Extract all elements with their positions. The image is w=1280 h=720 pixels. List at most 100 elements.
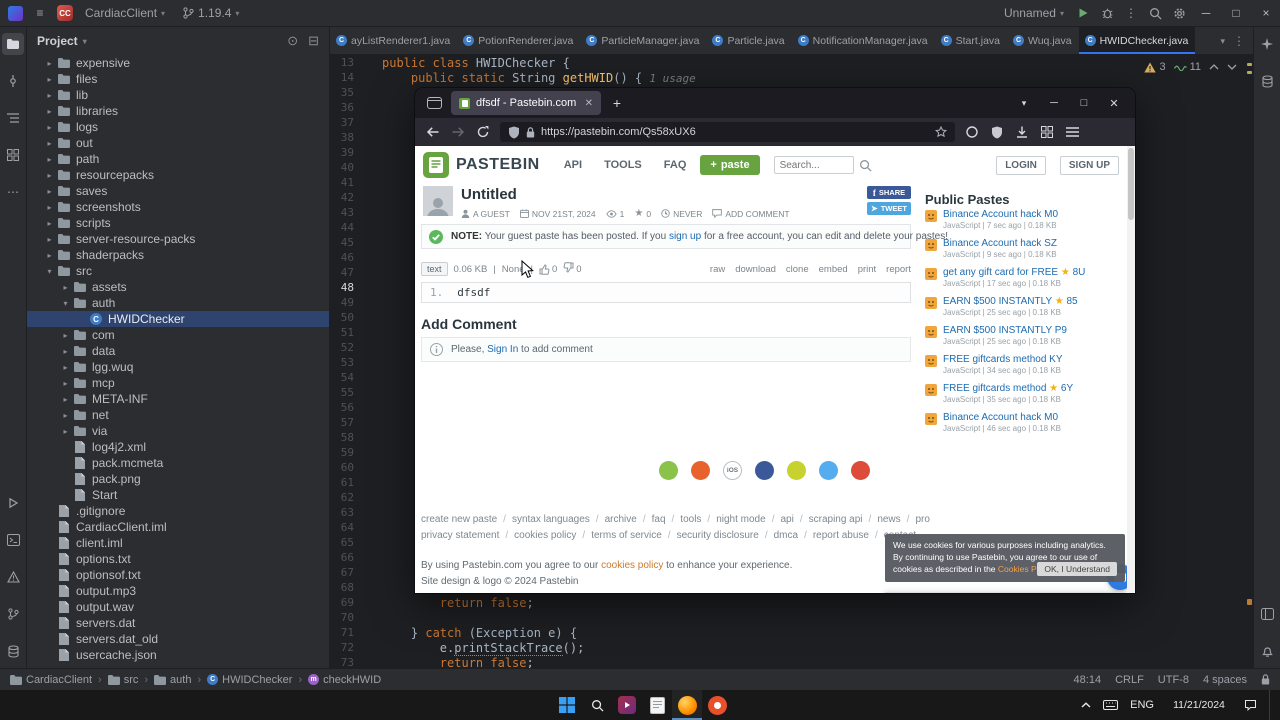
social-rss-icon[interactable] bbox=[787, 461, 806, 480]
project-tree-item[interactable]: ▾ src bbox=[27, 263, 329, 279]
structure-tool-button[interactable] bbox=[2, 107, 24, 129]
breadcrumb-item[interactable]: CardiacClient bbox=[10, 674, 92, 686]
browser-maximize-button[interactable]: □ bbox=[1069, 88, 1099, 118]
like-button[interactable]: 0 bbox=[539, 264, 557, 275]
more-tools-button[interactable]: ⋯ bbox=[2, 181, 24, 203]
inspections-widget[interactable]: 3 11 bbox=[1144, 61, 1237, 73]
new-tab-button[interactable]: + bbox=[605, 95, 629, 111]
social-ios-icon[interactable]: iOS bbox=[723, 461, 742, 480]
project-tree-item[interactable]: optionsof.txt bbox=[27, 567, 329, 583]
project-tree-item[interactable]: servers.dat_old bbox=[27, 631, 329, 647]
public-paste-link[interactable]: get any gift card for FREE ★ 8U bbox=[943, 267, 1085, 278]
project-tree-item[interactable]: log4j2.xml bbox=[27, 439, 329, 455]
url-text[interactable]: https://pastebin.com/Qs58xUX6 bbox=[541, 126, 696, 138]
taskbar-app-firefox-icon[interactable] bbox=[672, 690, 702, 720]
taskbar-search-icon[interactable] bbox=[582, 690, 612, 720]
project-tree-item[interactable]: servers.dat bbox=[27, 615, 329, 631]
terminal-tool-button[interactable] bbox=[2, 529, 24, 551]
cookies-policy-link[interactable]: cookies policy bbox=[601, 560, 663, 571]
tree-toggle-icon[interactable]: ▸ bbox=[43, 203, 56, 212]
weak-warnings-indicator[interactable]: 11 bbox=[1173, 61, 1201, 73]
project-tree-item[interactable]: ▸ out bbox=[27, 135, 329, 151]
tweet-button[interactable]: ➤ TWEET bbox=[867, 202, 911, 215]
show-desktop-button[interactable] bbox=[1269, 690, 1274, 720]
problems-tool-button[interactable] bbox=[2, 566, 24, 588]
project-tree-item[interactable]: pack.mcmeta bbox=[27, 455, 329, 471]
tree-toggle-icon[interactable]: ▸ bbox=[43, 171, 56, 180]
project-tree-item[interactable]: .gitignore bbox=[27, 503, 329, 519]
paste-meta-comment[interactable]: ADD COMMENT bbox=[712, 209, 790, 219]
tree-toggle-icon[interactable]: ▸ bbox=[43, 251, 56, 260]
line-ending-indicator[interactable]: CRLF bbox=[1115, 674, 1144, 686]
project-tree-item[interactable]: options.txt bbox=[27, 551, 329, 567]
footer-link[interactable]: create new paste bbox=[421, 514, 497, 525]
browser-menu-icon[interactable] bbox=[1064, 127, 1080, 137]
format-chip[interactable]: text bbox=[421, 262, 448, 276]
tree-toggle-icon[interactable]: ▸ bbox=[59, 379, 72, 388]
footer-link[interactable]: pro bbox=[915, 514, 929, 525]
run-config-selector[interactable]: Unnamed ▾ bbox=[998, 4, 1070, 22]
project-tree-item[interactable]: ▸ resourcepacks bbox=[27, 167, 329, 183]
editor-tab[interactable]: C HWIDChecker.java bbox=[1078, 27, 1196, 54]
readonly-lock-icon[interactable] bbox=[1261, 674, 1270, 685]
prev-issue-icon[interactable] bbox=[1209, 64, 1219, 70]
project-tree-item[interactable]: ▸ lib bbox=[27, 87, 329, 103]
footer-link[interactable]: terms of service bbox=[591, 530, 662, 541]
language-indicator[interactable]: ENG bbox=[1130, 699, 1154, 711]
project-tree-item[interactable]: ▸ files bbox=[27, 71, 329, 87]
tree-toggle-icon[interactable]: ▸ bbox=[43, 187, 56, 196]
breadcrumb-item[interactable]: m checkHWID bbox=[308, 674, 381, 686]
extension-icon-1[interactable] bbox=[964, 126, 980, 138]
project-tree-item[interactable]: ▸ shaderpacks bbox=[27, 247, 329, 263]
tracking-shield-icon[interactable] bbox=[508, 126, 520, 139]
tree-toggle-icon[interactable]: ▸ bbox=[43, 235, 56, 244]
footer-link[interactable]: syntax languages bbox=[512, 514, 590, 525]
public-paste-link[interactable]: Binance Account hack M0 bbox=[943, 209, 1058, 220]
paste-action-raw[interactable]: raw bbox=[710, 264, 725, 275]
start-button[interactable] bbox=[552, 690, 582, 720]
project-tree-item[interactable]: ▸ com bbox=[27, 327, 329, 343]
tree-toggle-icon[interactable]: ▸ bbox=[59, 395, 72, 404]
project-tree-item[interactable]: client.iml bbox=[27, 535, 329, 551]
nav-api[interactable]: API bbox=[564, 159, 582, 171]
footer-link[interactable]: security disclosure bbox=[677, 530, 759, 541]
tray-expand-icon[interactable] bbox=[1081, 702, 1091, 708]
tree-toggle-icon[interactable]: ▸ bbox=[59, 283, 72, 292]
tree-toggle-icon[interactable]: ▸ bbox=[43, 75, 56, 84]
notifications-icon[interactable] bbox=[1256, 640, 1278, 662]
hidden-tabs-icon[interactable]: ▾ bbox=[1220, 36, 1225, 47]
forward-icon[interactable] bbox=[450, 126, 466, 138]
paste-action-embed[interactable]: embed bbox=[819, 264, 848, 275]
project-tree-item[interactable]: ▸ net bbox=[27, 407, 329, 423]
public-paste-link[interactable]: FREE giftcards method ★ 6Y bbox=[943, 383, 1073, 394]
footer-link[interactable]: dmca bbox=[774, 530, 798, 541]
browser-minimize-button[interactable]: ─ bbox=[1039, 88, 1069, 118]
new-paste-button[interactable]: + paste bbox=[700, 155, 760, 175]
project-tree-item[interactable]: ▸ screenshots bbox=[27, 199, 329, 215]
project-tree-item[interactable]: ▾ auth bbox=[27, 295, 329, 311]
social-youtube-icon[interactable] bbox=[851, 461, 870, 480]
project-tree-item[interactable]: output.mp3 bbox=[27, 583, 329, 599]
services-tool-button[interactable] bbox=[2, 640, 24, 662]
paste-action-print[interactable]: print bbox=[858, 264, 876, 275]
project-tool-button[interactable] bbox=[2, 33, 24, 55]
extension-icon-2[interactable] bbox=[989, 126, 1005, 139]
public-paste-link[interactable]: EARN $500 INSTANTLY ★ 85 bbox=[943, 296, 1078, 307]
firefox-view-icon[interactable] bbox=[421, 97, 447, 109]
project-tree-item[interactable]: Start bbox=[27, 487, 329, 503]
editor-tab[interactable]: CayListRenderer1.java bbox=[330, 27, 457, 54]
taskbar-app-media-icon[interactable] bbox=[612, 690, 642, 720]
ai-assistant-tool-button[interactable] bbox=[1256, 33, 1278, 55]
search-input[interactable] bbox=[773, 156, 854, 174]
tree-toggle-icon[interactable]: ▸ bbox=[59, 427, 72, 436]
breadcrumb-item[interactable]: auth bbox=[154, 674, 191, 686]
main-menu-icon[interactable]: ≡ bbox=[29, 3, 51, 23]
notification-center-icon[interactable] bbox=[1244, 699, 1257, 711]
footer-link[interactable]: api bbox=[780, 514, 793, 525]
project-tree-item[interactable]: ▸ mcp bbox=[27, 375, 329, 391]
indent-indicator[interactable]: 4 spaces bbox=[1203, 674, 1247, 686]
footer-link[interactable]: night mode bbox=[716, 514, 765, 525]
window-minimize-button[interactable]: ─ bbox=[1192, 0, 1220, 26]
project-tree-item[interactable]: ▸ META-INF bbox=[27, 391, 329, 407]
tree-toggle-icon[interactable]: ▸ bbox=[43, 107, 56, 116]
